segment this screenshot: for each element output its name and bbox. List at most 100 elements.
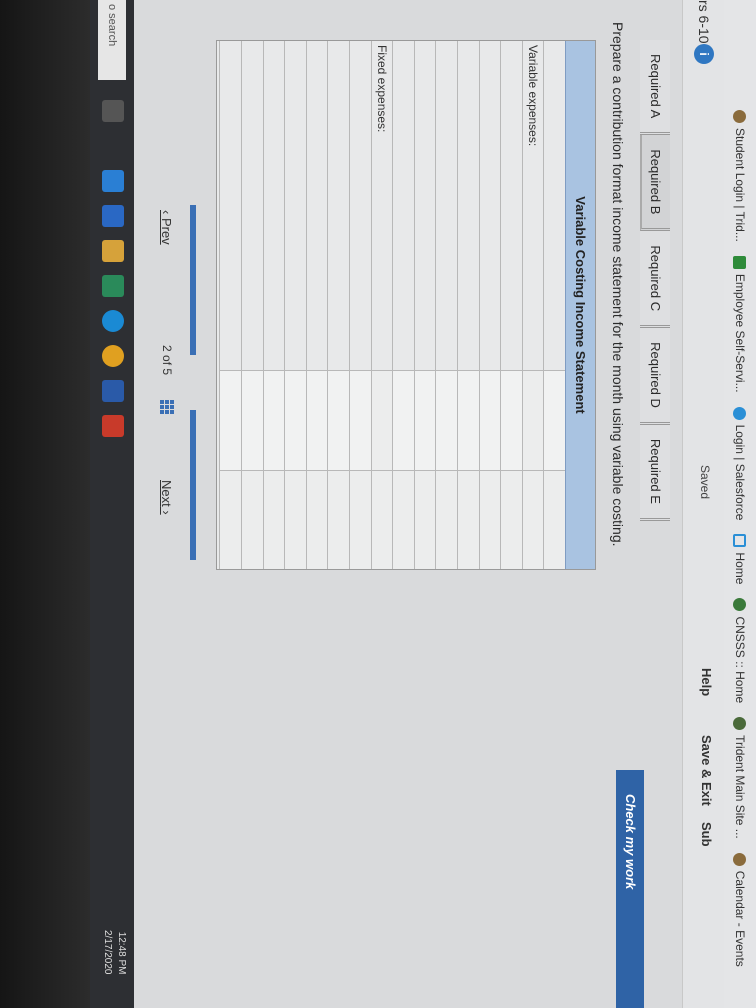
submit-button[interactable]: Sub (699, 822, 714, 847)
file-explorer-icon[interactable] (102, 240, 124, 262)
row-label-input[interactable] (220, 41, 242, 371)
taskbar-search[interactable]: o search (98, 0, 126, 80)
total-input (522, 471, 544, 569)
amount-input[interactable] (350, 371, 371, 471)
help-button[interactable]: Help (699, 668, 714, 696)
row-label-input[interactable] (285, 41, 306, 371)
variable-expenses-label: Variable expenses: (522, 41, 544, 371)
amount-input[interactable] (479, 371, 501, 471)
total-input[interactable] (414, 471, 436, 569)
total-input[interactable] (458, 471, 479, 569)
next-label: Next (159, 480, 174, 507)
total-input[interactable] (242, 471, 263, 569)
total-input[interactable] (220, 471, 242, 569)
table-row (457, 41, 479, 569)
total-input[interactable] (393, 471, 414, 569)
employee-icon (733, 255, 747, 269)
save-exit-button[interactable]: Save & Exit (699, 735, 714, 806)
page-of: of (160, 355, 174, 366)
total-input[interactable] (544, 471, 565, 569)
acrobat-icon[interactable] (102, 415, 124, 437)
prev-label: Prev (159, 217, 174, 245)
total-input[interactable] (436, 471, 458, 569)
grid-icon[interactable] (160, 400, 174, 414)
skype-icon[interactable] (102, 310, 124, 332)
word-icon[interactable] (102, 380, 124, 402)
row-label-input[interactable] (263, 41, 285, 371)
total-input[interactable] (350, 471, 371, 569)
tab-required-e[interactable]: Required E (640, 424, 670, 521)
edge-icon[interactable] (102, 170, 124, 192)
table-row (327, 41, 350, 569)
amount-input[interactable] (306, 371, 328, 471)
total-input[interactable] (263, 471, 285, 569)
total-input[interactable] (285, 471, 306, 569)
clock-date: 2/17/2020 (102, 930, 113, 975)
task-view-icon[interactable] (102, 100, 124, 122)
bookmark-employee-self-service[interactable]: Employee Self-Servi... (733, 255, 747, 393)
table-row (478, 41, 501, 569)
table-row: Variable expenses: (521, 41, 544, 569)
row-label-input[interactable] (458, 41, 479, 371)
tab-required-d[interactable]: Required D (640, 328, 670, 425)
check-my-work-button[interactable]: Check my work (616, 770, 644, 1008)
total-input[interactable] (306, 471, 328, 569)
total-input[interactable] (328, 471, 350, 569)
prev-button[interactable]: ‹ Prev (159, 210, 174, 245)
amount-input[interactable] (436, 371, 458, 471)
bookmark-trident[interactable]: Trident Main Site ... (733, 717, 747, 839)
amount-input[interactable] (458, 371, 479, 471)
chrome-icon[interactable] (102, 345, 124, 367)
amount-input[interactable] (414, 371, 436, 471)
amount-input[interactable] (263, 371, 285, 471)
amount-input[interactable] (501, 371, 522, 471)
table-row (500, 41, 522, 569)
amount-input[interactable] (393, 371, 414, 471)
row-label-input[interactable] (436, 41, 458, 371)
row-label-input[interactable] (544, 41, 565, 371)
amount-input[interactable] (285, 371, 306, 471)
saved-status: Saved (698, 465, 712, 500)
page-indicator: 2 of 5 (160, 345, 174, 375)
instruction-text: Prepare a contribution format income sta… (610, 22, 626, 547)
requirement-tabs: Required A Required B Required C Require… (640, 40, 670, 521)
bookmark-label: Employee Self-Servi... (733, 273, 747, 393)
row-label-input[interactable] (306, 41, 328, 371)
row-label-input[interactable] (393, 41, 414, 371)
next-button[interactable]: Next › (159, 480, 174, 515)
outlook-icon[interactable] (102, 205, 124, 227)
bookmark-student-login[interactable]: Student Login | Trid... (733, 110, 747, 242)
row-label-input[interactable] (479, 41, 501, 371)
row-label-input[interactable] (242, 41, 263, 371)
bookmark-label: Calendar - Events (733, 870, 747, 967)
table-row: Fixed expenses: (370, 41, 393, 569)
tab-required-b[interactable]: Required B (640, 135, 670, 232)
total-pages: 5 (160, 368, 174, 376)
bookmark-home[interactable]: Home (733, 534, 747, 584)
total-input[interactable] (479, 471, 501, 569)
row-label-input[interactable] (501, 41, 522, 371)
bookmark-calendar[interactable]: Calendar - Events (733, 852, 747, 967)
table-row (219, 41, 242, 569)
current-page: 2 (160, 345, 174, 352)
pager-bar-right (190, 410, 196, 560)
store-icon[interactable] (102, 275, 124, 297)
bookmark-cnss[interactable]: CNSSS :: Home (733, 598, 747, 703)
amount-input[interactable] (242, 371, 263, 471)
calendar-icon (733, 852, 747, 866)
bookmark-salesforce[interactable]: Login | Salesforce (733, 406, 747, 520)
amount-input[interactable] (220, 371, 242, 471)
tab-required-a[interactable]: Required A (640, 40, 670, 136)
table-row (305, 41, 328, 569)
info-icon[interactable]: i (694, 44, 714, 64)
amount-input[interactable] (328, 371, 350, 471)
amount-input[interactable] (544, 371, 565, 471)
row-label-input[interactable] (350, 41, 371, 371)
row-label-input[interactable] (328, 41, 350, 371)
taskbar-clock[interactable]: 12:48 PM 2/17/2020 (100, 930, 128, 975)
tab-required-c[interactable]: Required C (640, 231, 670, 329)
income-statement-table: Variable Costing Income Statement Variab… (216, 40, 596, 570)
bookmarks-bar: Student Login | Trid... Employee Self-Se… (724, 0, 756, 1008)
total-input[interactable] (501, 471, 522, 569)
row-label-input[interactable] (414, 41, 436, 371)
